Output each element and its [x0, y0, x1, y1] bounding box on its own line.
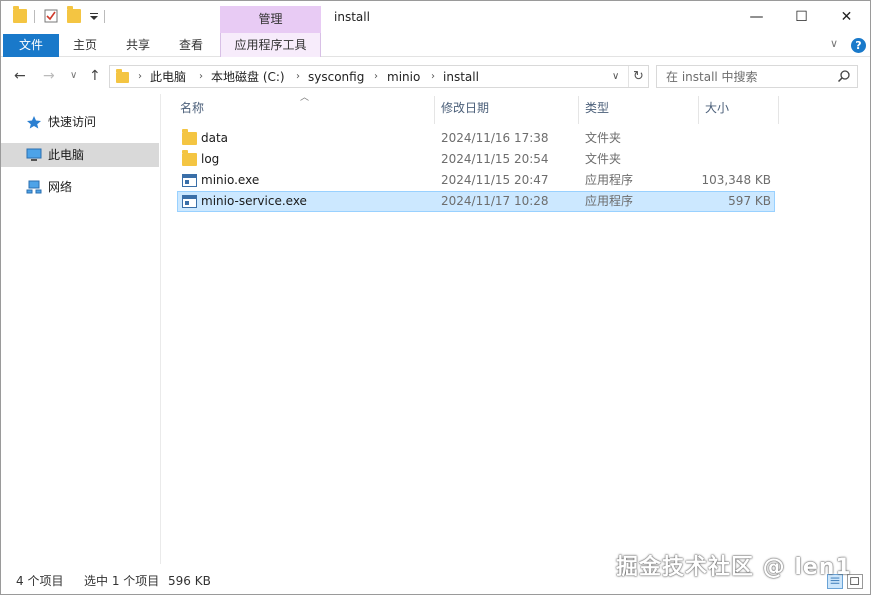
- customize-quick-access-icon[interactable]: [87, 9, 101, 23]
- column-header-name[interactable]: 名称: [180, 94, 204, 124]
- minimize-button[interactable]: —: [734, 1, 779, 33]
- address-history-chevron-icon[interactable]: ∨: [612, 69, 619, 85]
- column-header-type[interactable]: 类型: [585, 94, 609, 124]
- sidebar-item-label: 网络: [48, 180, 73, 194]
- breadcrumb-minio[interactable]: minio: [387, 69, 420, 85]
- computer-icon: [26, 148, 42, 161]
- column-divider[interactable]: [778, 96, 779, 124]
- properties-icon[interactable]: [44, 9, 58, 23]
- breadcrumb-separator[interactable]: ›: [431, 69, 435, 85]
- close-button[interactable]: ✕: [824, 1, 869, 33]
- tab-home[interactable]: 主页: [63, 34, 107, 57]
- file-row-selected[interactable]: minio-service.exe 2024/11/17 10:28 应用程序 …: [177, 191, 775, 212]
- explorer-window: 管理 install — ☐ ✕ 文件 主页 共享 查看 应用程序工具 ∨ ? …: [0, 0, 871, 595]
- watermark-text: 掘金技术社区 @ len1: [616, 555, 852, 580]
- column-header-size[interactable]: 大小: [705, 94, 729, 124]
- file-type: 文件夹: [585, 131, 622, 145]
- new-folder-icon[interactable]: [67, 6, 81, 23]
- up-arrow-icon[interactable]: ↑: [89, 68, 101, 84]
- sidebar-item-quick-access[interactable]: 快速访问: [1, 110, 159, 134]
- forward-arrow-icon[interactable]: →: [43, 68, 55, 84]
- column-divider[interactable]: [434, 96, 435, 124]
- file-list: ︿ 名称 修改日期 类型 大小 data 2024/11/16 17:38 文件…: [162, 93, 870, 564]
- file-name: minio-service.exe: [201, 194, 307, 208]
- breadcrumb-separator[interactable]: ›: [374, 69, 378, 85]
- expand-ribbon-chevron-icon[interactable]: ∨: [830, 37, 838, 50]
- toolbar-divider: [104, 10, 105, 23]
- file-date: 2024/11/15 20:47: [441, 173, 549, 187]
- breadcrumb-this-pc[interactable]: 此电脑: [150, 69, 186, 85]
- refresh-icon[interactable]: ↻: [628, 66, 648, 87]
- file-row[interactable]: log 2024/11/15 20:54 文件夹: [177, 149, 775, 170]
- file-type: 应用程序: [585, 194, 634, 208]
- file-date: 2024/11/17 10:28: [441, 194, 549, 208]
- folder-icon[interactable]: [13, 6, 27, 23]
- back-arrow-icon[interactable]: ←: [14, 68, 26, 84]
- sidebar-item-label: 此电脑: [48, 148, 85, 162]
- address-bar[interactable]: › 此电脑 › 本地磁盘 (C:) › sysconfig › minio › …: [109, 65, 649, 88]
- folder-icon: [182, 150, 197, 166]
- tab-file[interactable]: 文件: [3, 34, 59, 57]
- sidebar-item-this-pc[interactable]: 此电脑: [1, 143, 159, 167]
- selection-size: 596 KB: [168, 574, 211, 588]
- toolbar-divider: [34, 10, 35, 23]
- recent-locations-chevron-icon[interactable]: ∨: [70, 68, 77, 84]
- folder-icon: [182, 129, 197, 145]
- navigation-pane: 快速访问 此电脑 网络: [1, 94, 161, 564]
- manage-contextual-tab[interactable]: 管理: [220, 6, 321, 33]
- file-type: 应用程序: [585, 173, 634, 187]
- item-count: 4 个项目: [16, 574, 64, 588]
- column-divider[interactable]: [698, 96, 699, 124]
- breadcrumb-separator[interactable]: ›: [199, 69, 203, 85]
- breadcrumb-local-disk[interactable]: 本地磁盘 (C:): [211, 69, 285, 85]
- sort-ascending-icon: ︿: [300, 93, 310, 103]
- file-size: 103,348 KB: [701, 173, 771, 187]
- selection-count: 选中 1 个项目: [84, 574, 160, 588]
- file-name: log: [201, 152, 220, 166]
- breadcrumb-separator[interactable]: ›: [138, 69, 142, 85]
- file-date: 2024/11/15 20:54: [441, 152, 549, 166]
- network-icon: [26, 180, 42, 194]
- search-input[interactable]: 在 install 中搜索: [656, 65, 858, 88]
- file-name: data: [201, 131, 229, 145]
- column-divider[interactable]: [578, 96, 579, 124]
- title-bar: 管理 install — ☐ ✕: [1, 1, 870, 33]
- maximize-button[interactable]: ☐: [779, 1, 824, 33]
- address-folder-icon: [116, 69, 129, 83]
- window-title: install: [334, 10, 370, 24]
- breadcrumb-install[interactable]: install: [443, 69, 479, 85]
- file-row[interactable]: data 2024/11/16 17:38 文件夹: [177, 128, 775, 149]
- application-icon: [182, 195, 197, 208]
- application-icon: [182, 174, 197, 187]
- search-icon[interactable]: [837, 69, 851, 83]
- navigation-bar: ← → ∨ ↑ › 此电脑 › 本地磁盘 (C:) › sysconfig › …: [1, 58, 870, 94]
- tab-application-tools[interactable]: 应用程序工具: [220, 33, 321, 57]
- help-icon[interactable]: ?: [851, 38, 866, 53]
- file-name: minio.exe: [201, 173, 260, 187]
- file-type: 文件夹: [585, 152, 622, 166]
- ribbon-tabs: 文件 主页 共享 查看 应用程序工具 ∨ ?: [1, 33, 870, 57]
- column-header-date[interactable]: 修改日期: [441, 94, 489, 124]
- sidebar-item-label: 快速访问: [48, 115, 97, 129]
- breadcrumb-sysconfig[interactable]: sysconfig: [308, 69, 364, 85]
- file-size: 597 KB: [728, 194, 771, 208]
- star-icon: [27, 116, 41, 129]
- sidebar-item-network[interactable]: 网络: [1, 175, 159, 199]
- breadcrumb-separator[interactable]: ›: [296, 69, 300, 85]
- search-placeholder: 在 install 中搜索: [666, 70, 758, 84]
- tab-view[interactable]: 查看: [169, 34, 213, 57]
- file-row[interactable]: minio.exe 2024/11/15 20:47 应用程序 103,348 …: [177, 170, 775, 191]
- file-date: 2024/11/16 17:38: [441, 131, 549, 145]
- tab-share[interactable]: 共享: [116, 34, 160, 57]
